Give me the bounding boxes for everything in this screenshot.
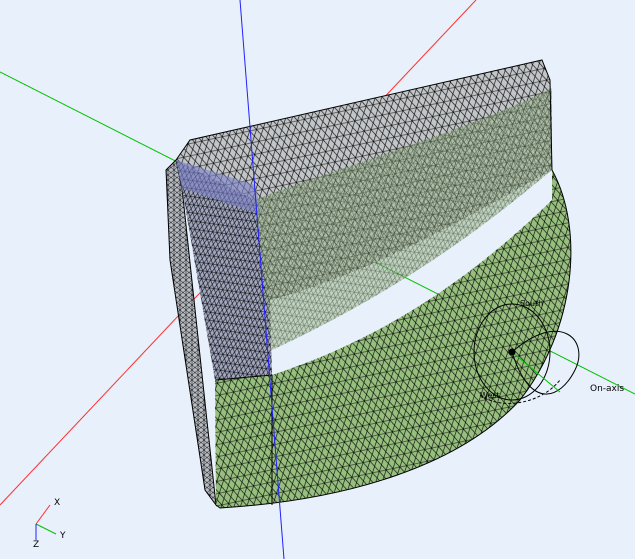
triad-x-label: X bbox=[54, 498, 60, 508]
gizmo-label-west[interactable]: West bbox=[480, 391, 500, 400]
axis-triad: X Y Z bbox=[33, 498, 66, 550]
3d-viewport[interactable]: South West On-axis X Y Z bbox=[0, 0, 635, 559]
gizmo-label-south[interactable]: South bbox=[520, 299, 543, 308]
triad-y-label: Y bbox=[59, 531, 66, 541]
gizmo-label-on-axis[interactable]: On-axis bbox=[590, 384, 624, 394]
gizmo-center-dot[interactable] bbox=[508, 348, 516, 356]
triad-z-label: Z bbox=[33, 540, 39, 550]
